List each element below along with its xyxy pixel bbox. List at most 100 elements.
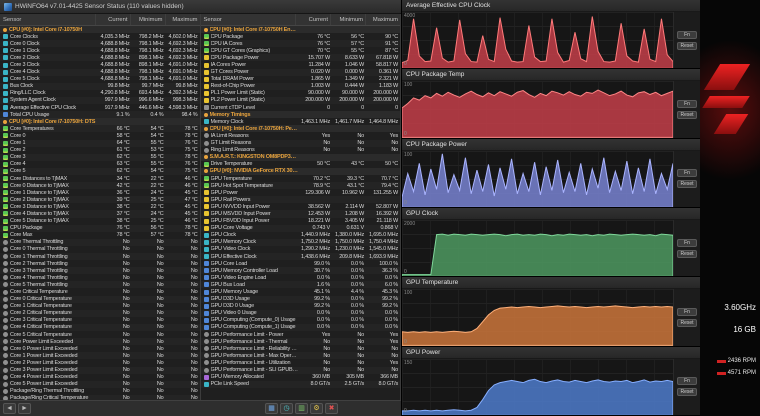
clock-button[interactable]: ◷ [280,403,293,414]
sensor-row[interactable]: GPU Memory Usage 45.1 % 4.4 % 45.3 % [201,288,401,295]
sensor-row[interactable]: GPU Rail Powers [201,196,401,203]
sensor-row[interactable]: S.M.A.R.T.: KINGSTON OM8PDP3512B-A11 (51… [201,154,401,161]
sensor-row[interactable]: GPU Video Clock 1,290.2 MHz 1,230.0 MHz … [201,246,401,253]
graph-fn-button[interactable]: Fn [677,308,697,316]
sensor-row[interactable]: GPU Performance Limit - Utilization No N… [201,359,401,366]
column-minimum[interactable]: Minimum [130,14,165,25]
sensor-row[interactable]: Core 4 Power Limit Exceeded No No No [0,374,200,381]
graph-reset-button[interactable]: Reset [677,111,697,119]
sensor-row[interactable]: IA Cores Power 11.284 W 1.046 W 58.817 W [201,61,401,68]
sensor-row[interactable]: GPU Power 129.306 W 10.962 W 131.255 W [201,189,401,196]
sensor-row[interactable]: GPU Hot Spot Temperature 78.9 °C 43.1 °C… [201,182,401,189]
sensor-row[interactable]: GPU Video 0 Usage 0.0 % 0.0 % 0.0 % [201,310,401,317]
sensor-row[interactable]: GT Cores Power 0.020 W 0.000 W 0.361 W [201,69,401,76]
sensor-row[interactable]: Core 0 Clock 4,688.8 MHz 798.1 MHz 4,692… [0,40,200,47]
sensor-row[interactable]: GPU [#0]: NVIDIA GeForce RTX 3070 Laptop… [201,168,401,175]
sensor-row[interactable]: Core Critical Temperature No No No [0,288,200,295]
sensor-row[interactable]: Core 0 Power Limit Exceeded No No No [0,345,200,352]
layout-button[interactable]: ▥ [295,403,308,414]
sensor-row[interactable]: Core 0 Critical Temperature No No No [0,296,200,303]
sensor-row[interactable]: Core 4 Critical Temperature No No No [0,324,200,331]
graph-fn-button[interactable]: Fn [677,169,697,177]
sensor-row[interactable]: CPU Package 76 °C 56 °C 78 °C [0,225,200,232]
column-sensor[interactable]: Sensor [201,14,296,25]
nav-forward-button[interactable]: ► [18,403,31,414]
sensor-row[interactable]: GPU MSVDD Input Power 12.453 W 1.208 W 1… [201,210,401,217]
sensor-row[interactable]: Core 4 Clock 4,688.8 MHz 798.1 MHz 4,691… [0,69,200,76]
sensor-row[interactable]: Core Max 78 °C 57 °C 78 °C [0,232,200,239]
sensor-row[interactable]: GPU Core Load 99.0 % 0.0 % 100.0 % [201,260,401,267]
sensor-row[interactable]: Drive Temperature 50 °C 43 °C 50 °C [201,161,401,168]
sensor-row[interactable]: Core 1 Distance to TjMAX 36 °C 24 °C 45 … [0,189,200,196]
sensor-row[interactable]: CPU Package 76 °C 56 °C 90 °C [201,33,401,40]
sensor-row[interactable]: Core 3 Power Limit Exceeded No No No [0,367,200,374]
sensor-row[interactable]: GPU Performance Limit - Power Yes No Yes [201,331,401,338]
sensor-row[interactable]: Core 4 Thermal Throttling No No No [0,274,200,281]
sensor-row[interactable]: CPU [#0]: Intel Core i7-10750H [0,26,200,33]
sensor-row[interactable]: GPU D3D Usage 99.2 % 0.0 % 99.2 % [201,296,401,303]
column-maximum[interactable]: Maximum [365,14,400,25]
graph-title-bar[interactable]: GPU Clock [402,208,700,220]
sensor-row[interactable]: Core 4 Distance to TjMAX 37 °C 24 °C 45 … [0,210,200,217]
sensor-row[interactable]: Core 2 Clock 4,688.8 MHz 898.1 MHz 4,692… [0,54,200,61]
column-minimum[interactable]: Minimum [330,14,365,25]
window-titlebar[interactable]: HWiNFO64 v7.01-4425 Sensor Status (110 v… [0,0,401,14]
sensor-row[interactable]: Core 1 Clock 4,688.8 MHz 798.1 MHz 4,692… [0,47,200,54]
sensor-row[interactable]: CPU [#0]: Intel Core i7-10750H: Performa… [201,125,401,132]
close-button[interactable]: ✖ [325,403,338,414]
sensor-row[interactable]: PCIe Link Speed 8.0 GT/s 2.5 GT/s 8.0 GT… [201,381,401,388]
sensor-row[interactable]: Core 5 62 °C 54 °C 75 °C [0,168,200,175]
sensor-row[interactable]: GPU Effective Clock 1,438.6 MHz 209.8 MH… [201,253,401,260]
sensor-row[interactable]: Core 2 Critical Temperature No No No [0,310,200,317]
sensor-row[interactable]: Core 0 Distance to TjMAX 42 °C 22 °C 46 … [0,182,200,189]
sensor-row[interactable]: Ring/LLC Clock 4,290.8 MHz 693.4 MHz 4,3… [0,90,200,97]
sensor-row[interactable]: CPU GT Cores (Graphics) 70 °C 55 °C 87 °… [201,47,401,54]
sensor-row[interactable]: Core 0 Thermal Throttling No No No [0,246,200,253]
sensor-row[interactable]: Core 0 58 °C 54 °C 78 °C [0,132,200,139]
sensor-row[interactable]: Core 3 Thermal Throttling No No No [0,267,200,274]
sensor-row[interactable]: GT Limit Reasons No No No [201,140,401,147]
sensor-row[interactable]: GPU Performance Limit - Reliability Volt… [201,345,401,352]
sensor-row[interactable]: Core 4 63 °C 55 °C 76 °C [0,161,200,168]
settings-button[interactable]: ⚙ [310,403,323,414]
graph-reset-button[interactable]: Reset [677,180,697,188]
sensor-row[interactable]: Core 5 Thermal Throttling No No No [0,281,200,288]
nav-back-button[interactable]: ◄ [3,403,16,414]
graph-reset-button[interactable]: Reset [677,388,697,396]
sensor-row[interactable]: GPU NVVDD Input Power 38.562 W 2.114 W 5… [201,203,401,210]
sensor-row[interactable]: Package/Ring Thermal Throttling No No No [0,388,200,395]
graph-fn-button[interactable]: Fn [677,239,697,247]
sensor-row[interactable]: Bus Clock 99.8 MHz 99.7 MHz 99.8 MHz [0,83,200,90]
sensor-row[interactable]: CPU [#0]: Intel Core i7-10750H Enhanced [201,26,401,33]
sensor-row[interactable]: GPU Core Voltage 0.743 V 0.631 V 0.868 V [201,225,401,232]
sensor-row[interactable]: GPU Video Engine Load 0.0 % 0.0 % 0.0 % [201,274,401,281]
sensor-row[interactable]: Ring Limit Reasons No No No [201,147,401,154]
sensor-row[interactable]: GPU Memory Clock 1,750.2 MHz 1,750.0 MHz… [201,239,401,246]
column-current[interactable]: Current [95,14,130,25]
sensor-row[interactable]: PL1 Power Limit (Static) 90.000 W 90.000… [201,90,401,97]
sensor-row[interactable]: Core 1 Critical Temperature No No No [0,303,200,310]
sensor-row[interactable]: Core 3 Clock 4,688.8 MHz 898.1 MHz 4,691… [0,61,200,68]
sensor-row[interactable]: CPU [#0]: Intel Core i7-10750H: DTS [0,118,200,125]
graph-fn-button[interactable]: Fn [677,377,697,385]
sensor-row[interactable]: Core 5 Clock 4,688.8 MHz 798.1 MHz 4,691… [0,76,200,83]
sensor-row[interactable]: Core 5 Power Limit Exceeded No No No [0,381,200,388]
sensor-row[interactable]: GPU Computing (Compute_0) Usage 0.0 % 0.… [201,317,401,324]
sensor-row[interactable]: GPU Memory Allocated 360 MB 305 MB 366 M… [201,374,401,381]
column-sensor[interactable]: Sensor [0,14,95,25]
sensor-row[interactable]: Average Effective CPU Clock 917.9 MHz 44… [0,104,200,111]
sensor-row[interactable]: GPU Bus Load 1.6 % 0.0 % 6.0 % [201,281,401,288]
graph-title-bar[interactable]: GPU Power [402,347,700,359]
sensor-row[interactable]: GPU Temperature 70.2 °C 39.3 °C 70.7 °C [201,175,401,182]
sensor-row[interactable]: Core 1 Power Limit Exceeded No No No [0,352,200,359]
sensor-row[interactable]: Current cTDP Level 0 0 0 [201,104,401,111]
sensor-row[interactable]: GPU Memory Controller Load 30.7 % 0.0 % … [201,267,401,274]
sensor-row[interactable]: Core Distances to TjMAX 34 °C 22 °C 46 °… [0,175,200,182]
sensor-row[interactable]: GPU Performance Limit - SLI GPUBoost Syn… [201,367,401,374]
sensor-row[interactable]: GPU Performance Limit - Max Operating Vo… [201,352,401,359]
graph-reset-button[interactable]: Reset [677,42,697,50]
sensor-row[interactable]: Core Clocks 4,035.3 MHz 798.2 MHz 4,602.… [0,33,200,40]
sensor-row[interactable]: Core 1 Thermal Throttling No No No [0,253,200,260]
sensor-row[interactable]: Rest-of-Chip Power 1.003 W 0.444 W 1.183… [201,83,401,90]
sensor-row[interactable]: Core Power Limit Exceeded No No No [0,338,200,345]
